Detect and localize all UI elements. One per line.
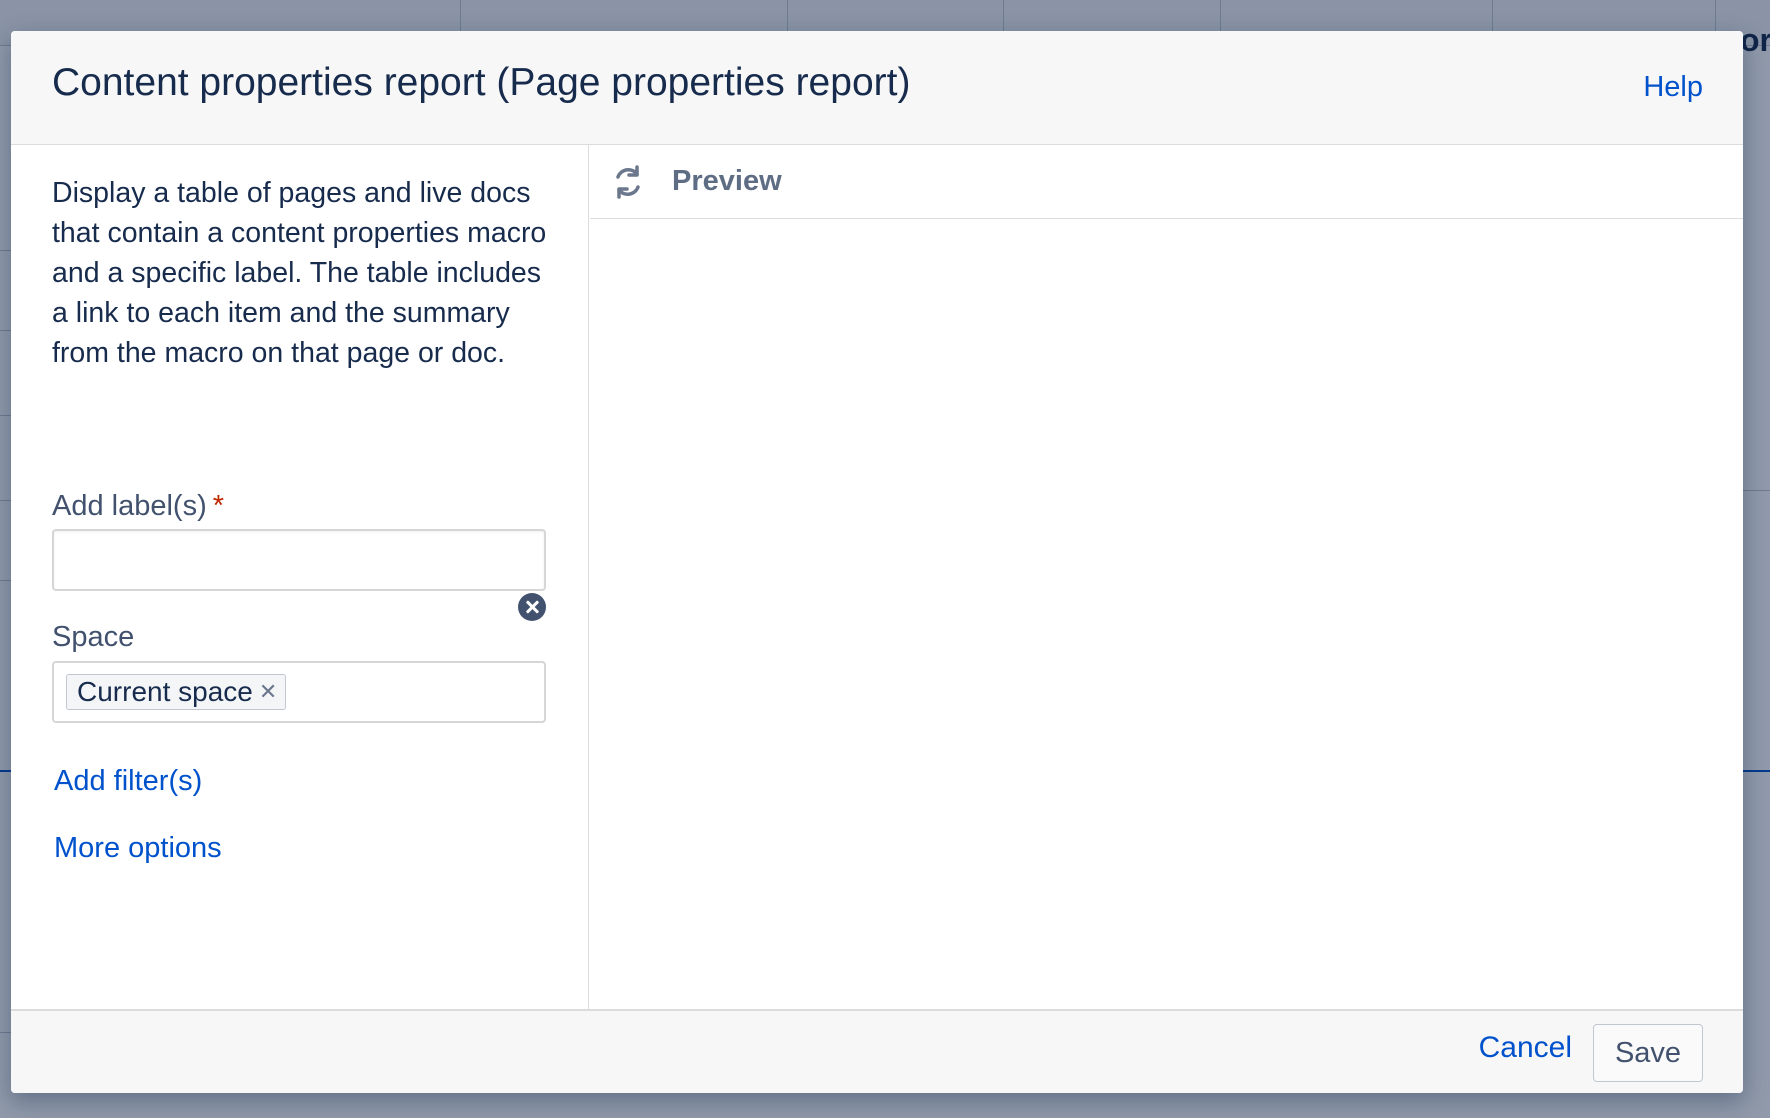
- preview-panel: Preview: [590, 145, 1743, 1009]
- preview-label: Preview: [672, 165, 782, 197]
- space-input[interactable]: Current space ✕: [52, 661, 546, 723]
- dialog-header: Content properties report (Page properti…: [11, 31, 1743, 145]
- cancel-button[interactable]: Cancel: [1479, 1031, 1572, 1065]
- space-chip-label: Current space: [77, 676, 253, 707]
- more-options-link[interactable]: More options: [54, 832, 222, 865]
- macro-description: Display a table of pages and live docs t…: [52, 177, 547, 369]
- labels-field-label: Add label(s) *: [52, 490, 224, 523]
- help-link[interactable]: Help: [1643, 71, 1703, 104]
- close-circle-icon[interactable]: [518, 593, 546, 621]
- labels-field-label-text: Add label(s): [52, 490, 207, 522]
- space-field-label: Space: [52, 621, 135, 653]
- labels-input[interactable]: [52, 529, 546, 591]
- preview-bar: Preview: [590, 145, 1743, 219]
- space-chip: Current space ✕: [66, 674, 287, 710]
- macro-dialog: Content properties report (Page properti…: [11, 31, 1743, 1093]
- dialog-footer: Cancel Save: [11, 1009, 1743, 1093]
- save-button[interactable]: Save: [1593, 1024, 1703, 1082]
- dialog-title: Content properties report (Page properti…: [52, 61, 911, 104]
- required-asterisk: *: [212, 490, 225, 522]
- options-panel: Display a table of pages and live docs t…: [11, 145, 589, 1009]
- add-filter-link[interactable]: Add filter(s): [54, 765, 202, 798]
- dialog-body: Display a table of pages and live docs t…: [11, 145, 1743, 1009]
- refresh-icon[interactable]: [610, 164, 646, 200]
- chip-remove-icon[interactable]: ✕: [259, 681, 277, 703]
